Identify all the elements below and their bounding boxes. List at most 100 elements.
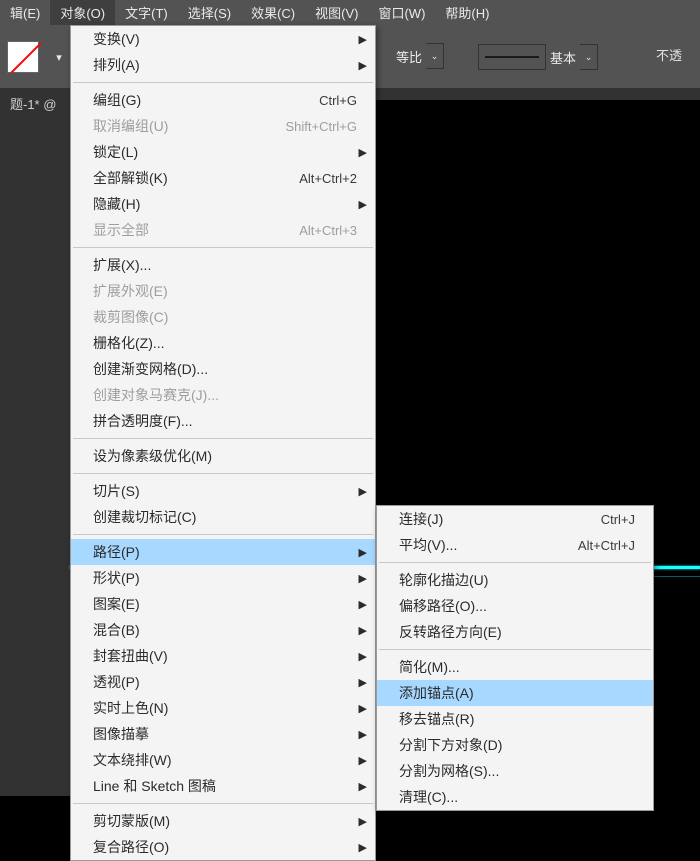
menu-object-item-label: 设为像素级优化(M) <box>93 446 357 466</box>
menubar-item[interactable]: 效果(C) <box>241 0 305 26</box>
menu-object-item[interactable]: 形状(P)▶ <box>71 565 375 591</box>
menu-object-item-label: 图案(E) <box>93 594 357 614</box>
menu-object-item-label: Line 和 Sketch 图稿 <box>93 776 357 796</box>
menu-object-item-label: 编组(G) <box>93 90 311 110</box>
menu-object-item[interactable]: 图像描摹▶ <box>71 721 375 747</box>
menu-object-item[interactable]: 隐藏(H)▶ <box>71 191 375 217</box>
menu-path-item-label: 简化(M)... <box>399 657 635 677</box>
menu-object-item: 取消编组(U)Shift+Ctrl+G <box>71 113 375 139</box>
menu-object-item-label: 创建裁切标记(C) <box>93 507 357 527</box>
menu-path-item[interactable]: 平均(V)... Alt+Ctrl+J <box>377 532 653 558</box>
menubar-item[interactable]: 视图(V) <box>305 0 368 26</box>
menu-path-item-label: 分割为网格(S)... <box>399 761 635 781</box>
menubar-item[interactable]: 帮助(H) <box>435 0 499 26</box>
menu-object-item-label: 切片(S) <box>93 481 357 501</box>
menu-object-item-label: 创建对象马赛克(J)... <box>93 385 357 405</box>
menu-object-item-shortcut: Alt+Ctrl+3 <box>299 223 357 238</box>
menu-path-item[interactable]: 分割下方对象(D) <box>377 732 653 758</box>
menu-object-separator <box>73 82 373 83</box>
menu-path-item-label: 平均(V)... <box>399 535 570 555</box>
menu-object-item-label: 变换(V) <box>93 29 357 49</box>
chevron-right-icon: ▶ <box>359 572 367 585</box>
menu-object-item-label: 形状(P) <box>93 568 357 588</box>
menu-object-item[interactable]: 扩展(X)... <box>71 252 375 278</box>
menubar-item[interactable]: 文字(T) <box>115 0 178 26</box>
menu-object-item[interactable]: 图案(E)▶ <box>71 591 375 617</box>
chevron-right-icon: ▶ <box>359 815 367 828</box>
chevron-right-icon: ▶ <box>359 780 367 793</box>
chevron-right-icon: ▶ <box>359 702 367 715</box>
menu-object-item-label: 扩展外观(E) <box>93 281 357 301</box>
menu-object-item[interactable]: 实时上色(N)▶ <box>71 695 375 721</box>
chevron-right-icon: ▶ <box>359 624 367 637</box>
menu-object-item[interactable]: 剪切蒙版(M)▶ <box>71 808 375 834</box>
menu-object-item[interactable]: 混合(B)▶ <box>71 617 375 643</box>
ratio-dropdown[interactable]: ⌄ <box>426 43 444 69</box>
menu-object-item[interactable]: Line 和 Sketch 图稿▶ <box>71 773 375 799</box>
menu-object-item[interactable]: 透视(P)▶ <box>71 669 375 695</box>
menu-object-item-label: 剪切蒙版(M) <box>93 811 357 831</box>
menu-object-item[interactable]: 排列(A)▶ <box>71 52 375 78</box>
menu-object-item[interactable]: 路径(P)▶ <box>71 539 375 565</box>
menu-object-item: 裁剪图像(C) <box>71 304 375 330</box>
menu-object-item-label: 创建渐变网格(D)... <box>93 359 357 379</box>
menu-object-item[interactable]: 创建裁切标记(C) <box>71 504 375 530</box>
menubar: 辑(E)对象(O)文字(T)选择(S)效果(C)视图(V)窗口(W)帮助(H) <box>0 0 700 25</box>
menu-object-separator <box>73 438 373 439</box>
stroke-preview[interactable] <box>478 44 546 70</box>
chevron-right-icon: ▶ <box>359 650 367 663</box>
menu-object-item[interactable]: 切片(S)▶ <box>71 478 375 504</box>
menu-object-item[interactable]: 设为像素级优化(M) <box>71 443 375 469</box>
menu-object-item[interactable]: 复合路径(O)▶ <box>71 834 375 860</box>
menu-path-item[interactable]: 轮廓化描边(U) <box>377 567 653 593</box>
menu-path[interactable]: 连接(J)Ctrl+J 平均(V)... Alt+Ctrl+J 轮廓化描边(U)偏移路… <box>376 505 654 811</box>
menu-object-item-label: 栅格化(Z)... <box>93 333 357 353</box>
menu-object-item[interactable]: 拼合透明度(F)... <box>71 408 375 434</box>
menu-path-item[interactable]: 反转路径方向(E) <box>377 619 653 645</box>
menu-path-item[interactable]: 简化(M)... <box>377 654 653 680</box>
menu-object-item[interactable]: 文本绕排(W)▶ <box>71 747 375 773</box>
menubar-item[interactable]: 辑(E) <box>0 0 50 26</box>
chevron-right-icon: ▶ <box>359 728 367 741</box>
menu-object-item[interactable]: 编组(G)Ctrl+G <box>71 87 375 113</box>
menu-object-separator <box>73 803 373 804</box>
menu-path-item[interactable]: 分割为网格(S)... <box>377 758 653 784</box>
menu-path-item-shortcut: Alt+Ctrl+J <box>578 538 635 553</box>
menu-object-item-label: 锁定(L) <box>93 142 357 162</box>
menubar-item[interactable]: 对象(O) <box>50 0 115 26</box>
fill-none-swatch[interactable] <box>4 39 42 75</box>
ratio-label: 等比 <box>392 47 426 66</box>
menu-object-item-label: 混合(B) <box>93 620 357 640</box>
menu-object-item[interactable]: 创建渐变网格(D)... <box>71 356 375 382</box>
menu-path-item[interactable]: 添加锚点(A) <box>377 680 653 706</box>
menu-object-separator <box>73 247 373 248</box>
menu-object-item-shortcut: Alt+Ctrl+2 <box>299 171 357 186</box>
menu-path-separator <box>379 562 651 563</box>
menu-object-item-label: 拼合透明度(F)... <box>93 411 357 431</box>
menu-path-item-label: 清理(C)... <box>399 787 635 807</box>
menu-path-item[interactable]: 移去锚点(R) <box>377 706 653 732</box>
menubar-item[interactable]: 窗口(W) <box>368 0 435 26</box>
menu-path-item[interactable]: 偏移路径(O)... <box>377 593 653 619</box>
chevron-right-icon: ▶ <box>359 59 367 72</box>
menu-object-item[interactable]: 全部解锁(K)Alt+Ctrl+2 <box>71 165 375 191</box>
menu-path-item[interactable]: 清理(C)... <box>377 784 653 810</box>
profile-dropdown[interactable]: ⌄ <box>580 44 598 70</box>
chevron-right-icon: ▶ <box>359 198 367 211</box>
chevron-right-icon: ▶ <box>359 485 367 498</box>
menu-path-item-label: 分割下方对象(D) <box>399 735 635 755</box>
menu-object-item: 扩展外观(E) <box>71 278 375 304</box>
menu-object-item[interactable]: 锁定(L)▶ <box>71 139 375 165</box>
menu-path-item[interactable]: 连接(J)Ctrl+J <box>377 506 653 532</box>
menu-object-item[interactable]: 封套扭曲(V)▶ <box>71 643 375 669</box>
menu-object-item-label: 实时上色(N) <box>93 698 357 718</box>
menu-object-separator <box>73 473 373 474</box>
menubar-item[interactable]: 选择(S) <box>178 0 241 26</box>
menu-object-item: 创建对象马赛克(J)... <box>71 382 375 408</box>
menu-object-item[interactable]: 栅格化(Z)... <box>71 330 375 356</box>
menu-path-item-label: 连接(J) <box>399 509 593 529</box>
menu-path-item-label: 添加锚点(A) <box>399 683 635 703</box>
menu-object[interactable]: 变换(V)▶排列(A)▶编组(G)Ctrl+G取消编组(U)Shift+Ctrl… <box>70 25 376 861</box>
menu-object-item[interactable]: 变换(V)▶ <box>71 26 375 52</box>
menu-object-item-label: 路径(P) <box>93 542 357 562</box>
